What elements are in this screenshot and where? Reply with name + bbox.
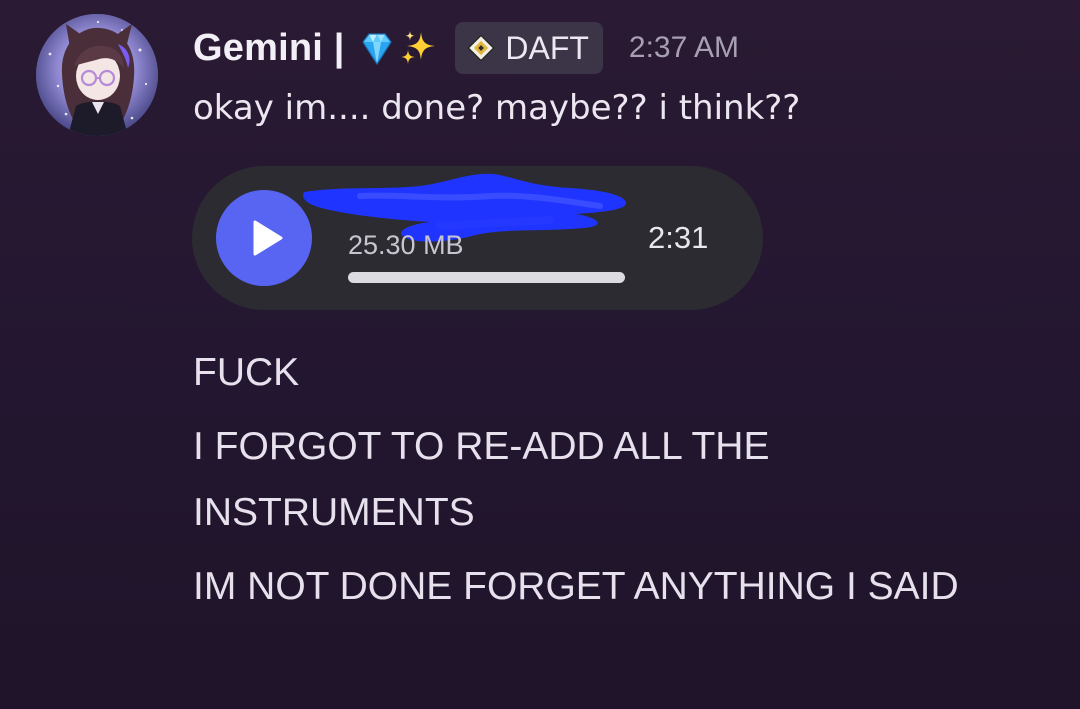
audio-duration: 2:31: [648, 220, 709, 255]
sparkles-icon: [399, 28, 439, 68]
guild-tag-label: DAFT: [505, 29, 589, 66]
followup-message: FUCK: [193, 351, 300, 394]
file-size: 25.30 MB: [348, 230, 464, 260]
followup-messages: FUCK I FORGOT TO RE-ADD ALL THE INSTRUME…: [193, 340, 1053, 628]
avatar[interactable]: [36, 14, 158, 136]
audio-progress-bar[interactable]: [348, 272, 625, 283]
play-icon: [253, 220, 283, 256]
followup-message: IM NOT DONE FORGET ANYTHING I SAID: [193, 565, 959, 608]
daft-badge-icon: [465, 32, 497, 64]
guild-tag[interactable]: DAFT: [455, 22, 603, 74]
message-content: okay im.... done? maybe?? i think??: [193, 88, 801, 128]
audio-attachment: 25.30 MB 2:31: [192, 166, 763, 310]
avatar-image: [36, 14, 158, 136]
gem-icon: [357, 28, 397, 68]
username[interactable]: Gemini |: [193, 27, 355, 70]
followup-message: I FORGOT TO RE-ADD ALL THE INSTRUMENTS: [193, 425, 770, 534]
message-header: Gemini | DAFT 2:37 AM: [193, 20, 739, 76]
chat-message: Gemini | DAFT 2:37 AM okay im.... done? …: [0, 0, 1080, 709]
timestamp[interactable]: 2:37 AM: [629, 31, 739, 65]
play-button[interactable]: [216, 190, 312, 286]
